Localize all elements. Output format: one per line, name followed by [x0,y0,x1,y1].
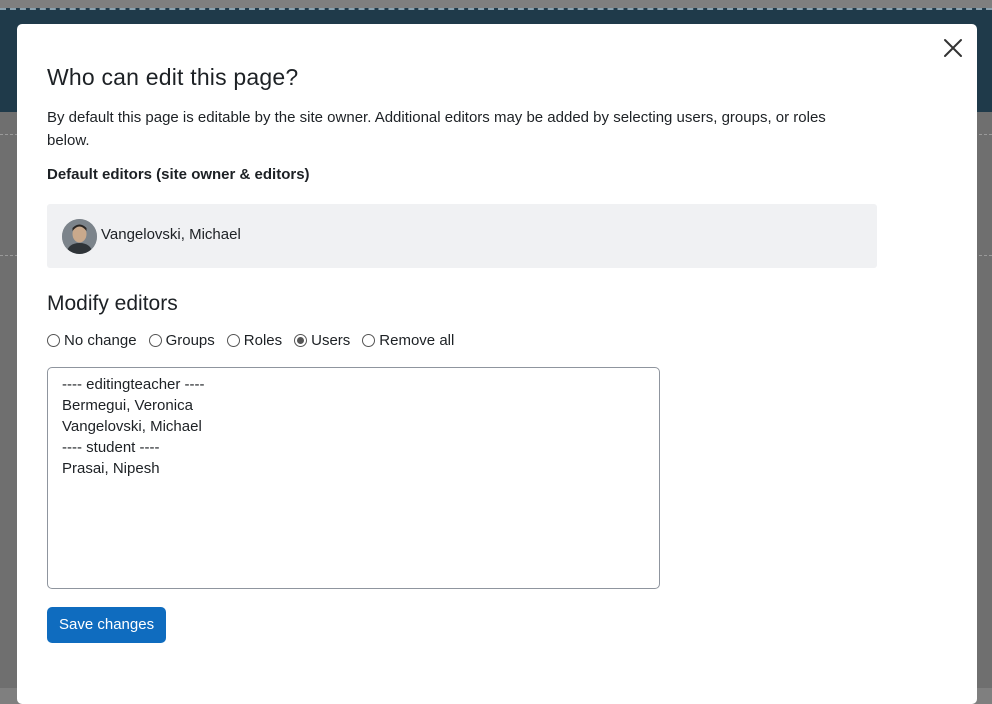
default-editors-box: Vangelovski, Michael [47,204,877,268]
close-icon [944,39,962,57]
radio-label: Roles [243,331,283,349]
default-editor-name: Vangelovski, Michael [101,226,241,243]
modify-editors-heading: Modify editors [47,292,178,315]
list-item-group-header[interactable]: ---- editingteacher ---- [62,374,645,395]
editors-listbox[interactable]: ---- editingteacher ---- Bermegui, Veron… [47,367,660,589]
radio-no-change[interactable]: No change [47,332,137,349]
edit-permissions-dialog: Who can edit this page? By default this … [17,24,977,704]
radio-label: Groups [165,331,215,349]
radio-button[interactable] [148,333,162,347]
radio-button[interactable] [362,333,376,347]
list-item[interactable]: Prasai, Nipesh [62,458,645,479]
radio-label: Remove all [379,331,455,349]
list-item[interactable]: Vangelovski, Michael [62,416,645,437]
list-item-group-header[interactable]: ---- student ---- [62,437,645,458]
radio-button[interactable] [47,333,60,347]
radio-groups[interactable]: Groups [148,331,215,349]
radio-users[interactable]: Users [294,332,350,349]
radio-button[interactable] [226,333,240,347]
dialog-title: Who can edit this page? [47,64,299,90]
save-changes-button[interactable]: Save changes [47,607,167,643]
list-item[interactable]: Bermegui, Veronica [62,395,645,416]
default-editors-label: Default editors (site owner & editors) [47,166,310,183]
user-avatar-icon [62,219,97,254]
radio-button-checked[interactable] [294,333,308,347]
radio-label: Users [311,331,351,349]
editor-mode-radio-group: No change Groups Roles Users Remove all [47,330,466,350]
close-button[interactable] [941,36,965,60]
radio-remove-all[interactable]: Remove all [362,332,454,349]
dialog-description: By default this page is editable by the … [47,109,826,149]
radio-roles[interactable]: Roles [226,331,283,349]
radio-label: No change [64,331,137,349]
avatar [62,219,97,254]
